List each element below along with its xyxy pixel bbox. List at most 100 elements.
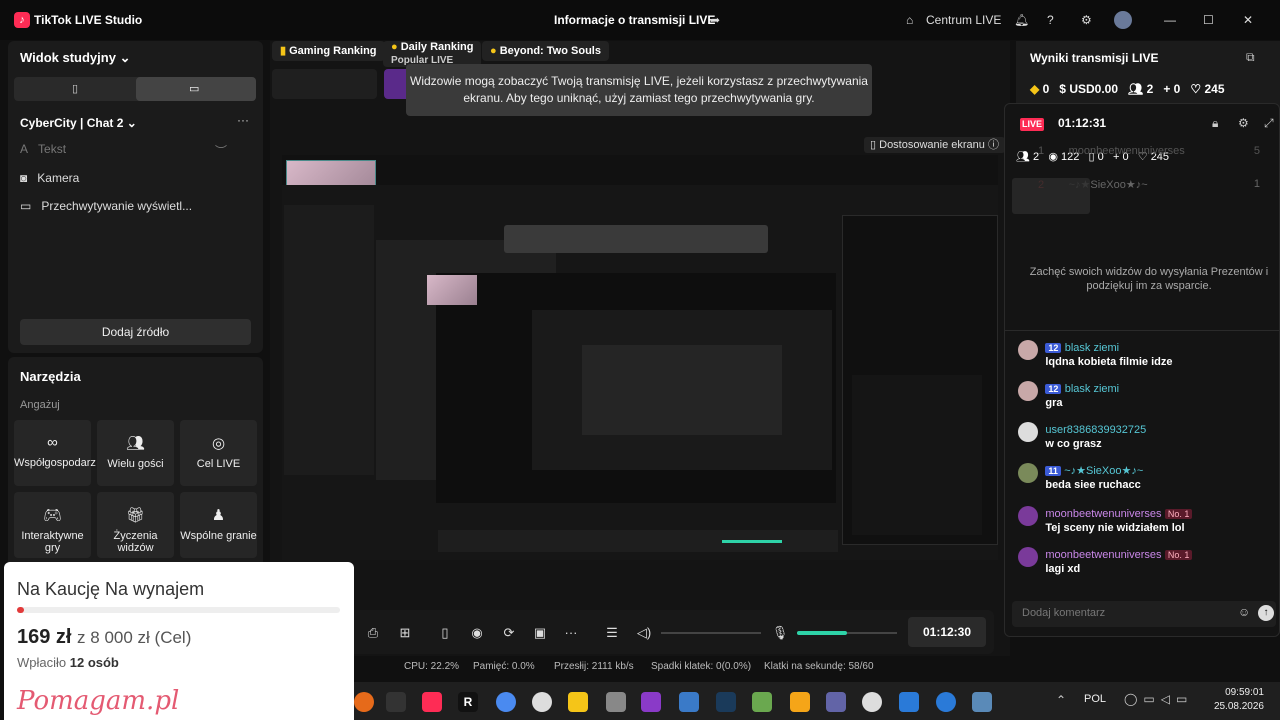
view-mode-select[interactable]: Widok studyjny ⌄ bbox=[20, 50, 130, 66]
tiktok-icon[interactable] bbox=[422, 692, 442, 712]
tool-label: Wspólne granie bbox=[180, 530, 257, 542]
chat-message: user8386839932725 w co grasz bbox=[1018, 422, 1274, 450]
app-icon[interactable] bbox=[606, 692, 626, 712]
view-mode-label: Widok studyjny bbox=[20, 50, 116, 65]
source-screen-capture[interactable]: ▭ Przechwytywanie wyświetl... bbox=[20, 199, 192, 213]
tiktok-logo-icon: ♪ bbox=[14, 12, 30, 28]
tool-cohost[interactable]: ∞ Współgospodarz bbox=[14, 420, 96, 486]
username[interactable]: moonbeetwenuniverses bbox=[1045, 549, 1161, 561]
app-icon[interactable] bbox=[899, 692, 919, 712]
username[interactable]: blask ziemi bbox=[1065, 383, 1119, 395]
teams-icon[interactable] bbox=[826, 692, 846, 712]
bell-icon[interactable]: 🔔︎ bbox=[1014, 10, 1029, 30]
share-icon[interactable]: ➦ bbox=[710, 10, 720, 30]
chip-label: Gaming Ranking bbox=[289, 45, 377, 57]
username[interactable]: blask ziemi bbox=[1065, 342, 1119, 354]
app-icon[interactable] bbox=[679, 692, 699, 712]
more-icon[interactable]: ··· bbox=[562, 625, 580, 641]
hand-icon: ● bbox=[391, 41, 398, 53]
chip-game[interactable]: ● Beyond: Two Souls bbox=[482, 41, 609, 61]
avatar[interactable] bbox=[1114, 11, 1132, 29]
live-badge: LIVE bbox=[1020, 118, 1044, 131]
camera-toggle-icon[interactable]: ▣ bbox=[531, 625, 549, 641]
home-icon[interactable]: ⌂ bbox=[906, 10, 913, 30]
username[interactable]: ~♪★SieXoo★♪~ bbox=[1064, 465, 1143, 477]
chat-message: moonbeetwenuniverses No. 1 lagi xd bbox=[1018, 547, 1274, 575]
help-icon[interactable]: ? bbox=[1047, 10, 1054, 30]
clip-icon[interactable]: ⊞ bbox=[396, 625, 414, 641]
chrome-icon[interactable] bbox=[496, 692, 516, 712]
record-icon[interactable]: ◉ bbox=[468, 625, 486, 641]
camera-icon: ◙ bbox=[20, 171, 28, 185]
speaker-volume-slider[interactable] bbox=[661, 632, 761, 634]
app-icon[interactable] bbox=[386, 692, 406, 712]
language-indicator[interactable]: POL bbox=[1084, 693, 1106, 705]
r-app-icon[interactable]: R bbox=[458, 692, 478, 712]
username[interactable]: moonbeetwenuniverses bbox=[1045, 508, 1161, 520]
star-icon[interactable] bbox=[568, 692, 588, 712]
landscape-icon: ▭ bbox=[189, 83, 200, 95]
tool-multi-guest[interactable]: 👥︎ Wielu gości bbox=[97, 420, 174, 486]
avatar bbox=[1018, 547, 1038, 567]
rank-badge: No. 1 bbox=[1164, 509, 1193, 519]
emoji-icon[interactable]: ☺ bbox=[1238, 605, 1250, 619]
tool-live-goal[interactable]: ◎ Cel LIVE bbox=[180, 420, 257, 486]
app-icon[interactable] bbox=[641, 692, 661, 712]
app-icon[interactable] bbox=[972, 692, 992, 712]
app-icon[interactable] bbox=[862, 692, 882, 712]
lock-icon[interactable]: 🔒︎ bbox=[1212, 116, 1218, 131]
tool-viewer-wishes[interactable]: 🎁︎ Życzenia widzów bbox=[97, 492, 174, 558]
username[interactable]: user8386839932725 bbox=[1045, 424, 1146, 436]
stream-info-title[interactable]: Informacje o transmisji LIVE bbox=[554, 13, 715, 27]
steam-icon[interactable] bbox=[716, 692, 736, 712]
firefox-icon[interactable] bbox=[354, 692, 374, 712]
chevron-up-icon[interactable]: ⌃ bbox=[1056, 693, 1066, 707]
tool-interactive-games[interactable]: 🎮︎ Interaktywne gry bbox=[14, 492, 91, 558]
nested-tooltip bbox=[504, 225, 768, 253]
add-source-button[interactable]: Dodaj źródło bbox=[20, 319, 251, 345]
speaker-icon[interactable]: ◁) bbox=[635, 625, 653, 641]
replay-icon[interactable]: ⟳ bbox=[500, 625, 518, 641]
centrum-live-button[interactable]: Centrum LIVE bbox=[926, 10, 1001, 30]
rank-overlay bbox=[1012, 178, 1090, 214]
rank-row: 1 moonbeetwenuniverses 5 bbox=[1038, 145, 1260, 157]
system-tray-icons[interactable]: ◯▭◁▭ bbox=[1124, 692, 1193, 706]
fps-stat: Klatki na sekundę: 58/60 bbox=[764, 661, 874, 672]
follows-value: 0 bbox=[1173, 82, 1181, 96]
tool-play-together[interactable]: ♟ Wspólne granie bbox=[180, 492, 257, 558]
game-icon: ● bbox=[490, 45, 497, 57]
gift-icon: 🎁︎ bbox=[125, 507, 146, 524]
gear-icon[interactable]: ⚙ bbox=[1081, 10, 1092, 30]
close-icon[interactable]: ✕ bbox=[1243, 10, 1253, 30]
message-text: lagi xd bbox=[1045, 563, 1081, 575]
source-camera[interactable]: ◙ Kamera bbox=[20, 171, 79, 185]
app-icon[interactable] bbox=[790, 692, 810, 712]
app-icon[interactable] bbox=[532, 692, 552, 712]
maximize-icon[interactable]: ☐ bbox=[1203, 10, 1214, 30]
tool-label: Cel LIVE bbox=[196, 458, 241, 470]
tools-title: Narzędzia bbox=[20, 369, 81, 384]
heart-icon: ♡ bbox=[1190, 82, 1202, 96]
minimize-icon[interactable]: — bbox=[1164, 10, 1176, 30]
screenshot-icon[interactable]: ⎙ bbox=[364, 625, 382, 641]
source-text[interactable]: A Tekst bbox=[20, 142, 66, 156]
scene-select[interactable]: CyberCity | Chat 2 ⌄ bbox=[20, 116, 137, 130]
app-icon[interactable] bbox=[752, 692, 772, 712]
portrait-icon[interactable]: ▯ bbox=[72, 82, 78, 95]
more-icon[interactable]: ··· bbox=[237, 113, 249, 127]
gear-icon[interactable]: ⚙ bbox=[1238, 116, 1249, 130]
phone-icon[interactable]: ▯ bbox=[436, 625, 454, 641]
eye-hidden-icon[interactable]: ︶ bbox=[215, 142, 227, 159]
chip-gaming-ranking[interactable]: ▮ Gaming Ranking bbox=[272, 41, 385, 61]
phone-icon: ▯ bbox=[870, 139, 877, 151]
popout-icon[interactable]: ⧉ bbox=[1246, 50, 1255, 65]
microphone-icon[interactable]: 🎙︎ bbox=[771, 625, 789, 641]
chevron-down-icon: ⌄ bbox=[119, 50, 131, 65]
send-icon[interactable]: ↑ bbox=[1258, 605, 1274, 621]
donation-amount: 169 zł bbox=[17, 626, 72, 648]
bluetooth-icon[interactable] bbox=[936, 692, 956, 712]
screen-adjust-button[interactable]: ▯ Dostosowanie ekranu ⓘ bbox=[864, 137, 1005, 153]
mixer-icon[interactable]: ☰ bbox=[603, 625, 621, 641]
nested-preview-inner-2 bbox=[582, 345, 782, 435]
expand-icon[interactable]: ⤢ bbox=[1264, 116, 1274, 131]
